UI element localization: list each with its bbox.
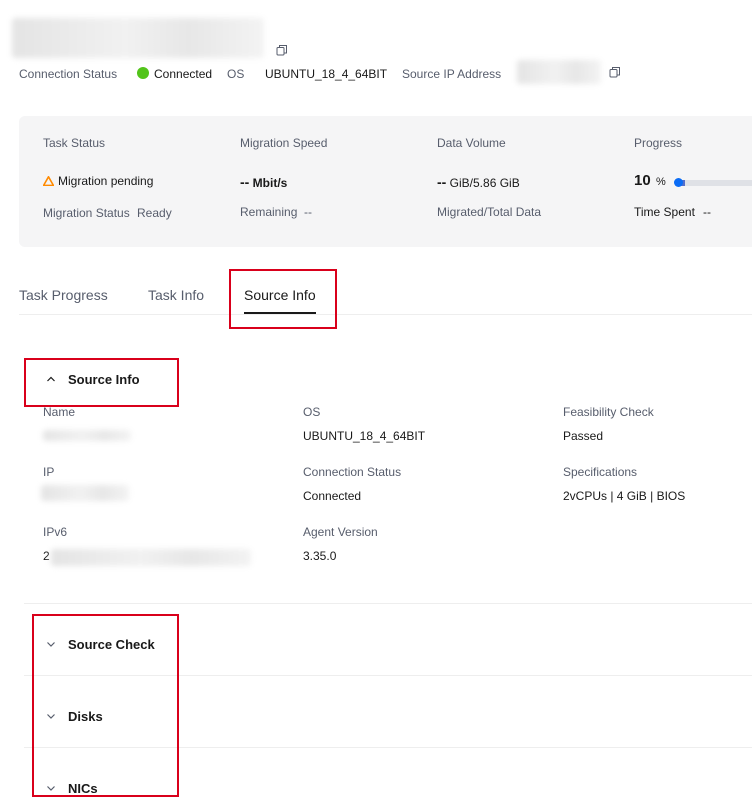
data-volume-dashes: -- xyxy=(437,174,447,190)
tabs-divider xyxy=(19,314,752,315)
connection-status-value: Connected xyxy=(154,67,213,81)
source-ip-redacted xyxy=(517,60,601,84)
ip-label: IP xyxy=(43,465,55,479)
feasibility-check-value: Passed xyxy=(563,429,604,443)
source-os-label: OS xyxy=(303,405,321,419)
feasibility-check-label: Feasibility Check xyxy=(563,405,654,419)
connected-status-dot xyxy=(137,67,149,79)
ipv6-prefix: 2 xyxy=(43,549,50,563)
migration-speed-dashes: -- xyxy=(240,174,250,190)
agent-version-label: Agent Version xyxy=(303,525,378,539)
specifications-value: 2vCPUs | 4 GiB | BIOS xyxy=(563,489,686,503)
name-value-redacted xyxy=(43,430,131,441)
copy-ip-icon[interactable] xyxy=(609,66,621,78)
migration-speed-unit: Mbit/s xyxy=(252,176,288,190)
task-status-value: Migration pending xyxy=(58,174,154,188)
tab-task-info[interactable]: Task Info xyxy=(148,287,204,303)
source-ip-label: Source IP Address xyxy=(402,67,502,81)
progress-bar xyxy=(676,180,752,186)
highlight-box-sections xyxy=(32,614,179,797)
ipv6-label: IPv6 xyxy=(43,525,68,539)
migration-speed-value: -- Mbit/s xyxy=(240,174,287,190)
migration-speed-label: Migration Speed xyxy=(240,136,328,150)
progress-unit: % xyxy=(656,176,666,188)
data-volume-value: -- GiB/5.86 GiB xyxy=(437,174,520,190)
connection-status-label: Connection Status xyxy=(19,67,118,81)
os-label: OS xyxy=(227,67,245,81)
server-name-redacted xyxy=(12,18,264,58)
migration-status-label: Migration Status xyxy=(43,206,130,220)
name-label: Name xyxy=(43,405,76,419)
copy-name-icon[interactable] xyxy=(276,44,288,56)
remaining-value: -- xyxy=(304,205,312,219)
source-os-value: UBUNTU_18_4_64BIT xyxy=(303,429,426,443)
ipv6-value-redacted xyxy=(51,549,251,566)
os-value: UBUNTU_18_4_64BIT xyxy=(265,67,388,81)
highlight-box-tab xyxy=(229,269,337,329)
tab-task-progress[interactable]: Task Progress xyxy=(19,287,108,303)
ip-value-redacted xyxy=(41,485,129,501)
data-volume-rest: GiB/5.86 GiB xyxy=(449,176,520,190)
migration-status-value: Ready xyxy=(137,206,172,220)
time-spent-value: -- xyxy=(703,205,711,219)
migrated-total-label: Migrated/Total Data xyxy=(437,205,542,219)
progress-label: Progress xyxy=(634,136,683,150)
specifications-label: Specifications xyxy=(563,465,638,479)
progress-indicator xyxy=(674,178,683,187)
remaining-label: Remaining xyxy=(240,205,298,219)
source-connection-status-label: Connection Status xyxy=(303,465,402,479)
agent-version-value: 3.35.0 xyxy=(303,549,337,563)
highlight-box-source-info xyxy=(24,358,179,407)
progress-value: 10 xyxy=(634,172,651,189)
time-spent-label: Time Spent xyxy=(634,205,695,219)
warning-icon xyxy=(43,176,54,186)
data-volume-label: Data Volume xyxy=(437,136,506,150)
source-connection-status-value: Connected xyxy=(303,489,362,503)
task-status-label: Task Status xyxy=(43,136,106,150)
section-divider xyxy=(24,603,752,604)
